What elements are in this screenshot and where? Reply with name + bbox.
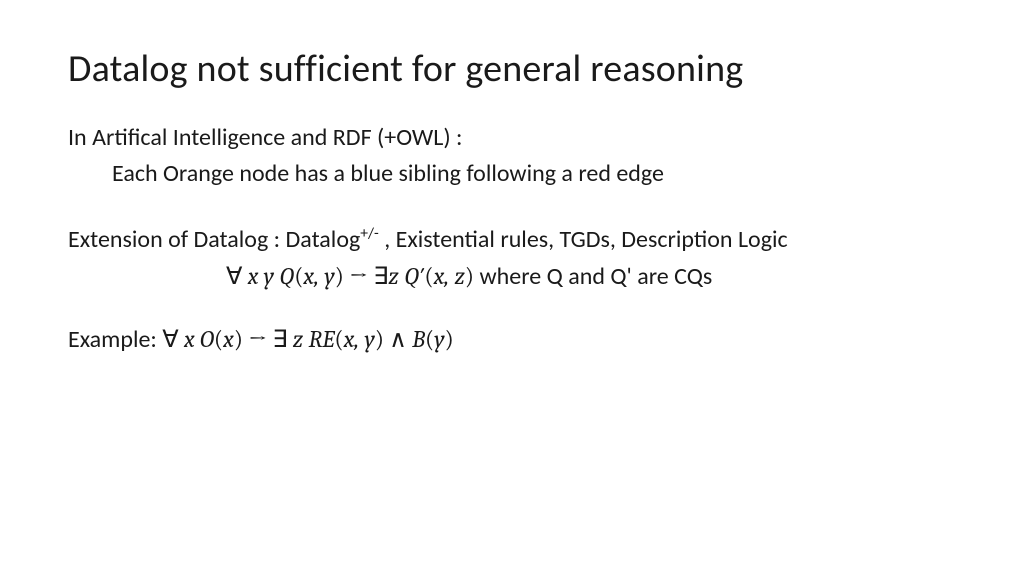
qprime-symbol: Q′ (399, 262, 425, 290)
ext-prefix: Extension of Datalog : Datalog (68, 225, 360, 254)
ex-paren-open-3: ( (425, 325, 434, 353)
args-xy: x, y (303, 262, 334, 290)
ext-suffix: , Existential rules, TGDs, Description L… (379, 225, 788, 254)
var-z: z (388, 262, 398, 290)
slide: Datalog not sufficient for general reaso… (0, 0, 1024, 576)
ex-paren-close-2: ) (375, 325, 384, 353)
ex-arg-x: x (223, 325, 234, 353)
ex-paren-close-1: ) (234, 325, 243, 353)
ex-arg-y: y (434, 325, 444, 353)
ex-x: x (184, 325, 195, 353)
extension-line: Extension of Datalog : Datalog+/- , Exis… (68, 223, 956, 256)
ex-B: B (412, 325, 425, 353)
ex-and: ∧ (384, 325, 412, 353)
ex-RE: RE (303, 325, 334, 353)
ex-paren-close-3: ) (445, 325, 454, 353)
paren-close-1: ) (335, 262, 344, 290)
paren-open-2: ( (424, 262, 433, 290)
vars-xy: x y (248, 262, 274, 290)
forall-symbol: ∀ (226, 262, 248, 290)
args-xz: x, z (434, 262, 465, 290)
paren-close-2: ) (465, 262, 474, 290)
slide-title: Datalog not sufficient for general reaso… (68, 46, 956, 92)
arrow-exists: → ∃ (344, 262, 389, 290)
ext-superscript: +/- (360, 224, 379, 243)
ex-forall: ∀ (162, 325, 184, 353)
intro-line: In Artifical Intelligence and RDF (+OWL)… (68, 122, 956, 154)
intro-subline: Each Orange node has a blue sibling foll… (68, 158, 956, 190)
main-formula: ∀ x y Q(x, y) → ∃z Q′(x, z) where Q and … (68, 262, 956, 291)
formula-tail: where Q and Q' are CQs (474, 262, 712, 291)
ex-paren-open-1: ( (214, 325, 223, 353)
q-symbol: Q (274, 262, 294, 290)
ex-arrow: → ∃ (243, 325, 293, 353)
example-label: Example: (68, 325, 162, 354)
ex-z: z (293, 325, 303, 353)
ex-paren-open-2: ( (334, 325, 343, 353)
ex-args-xy: x, y (344, 325, 375, 353)
example-line: Example: ∀ x O(x) → ∃ z RE(x, y) ∧ B(y) (68, 325, 956, 354)
ex-O: O (195, 325, 214, 353)
